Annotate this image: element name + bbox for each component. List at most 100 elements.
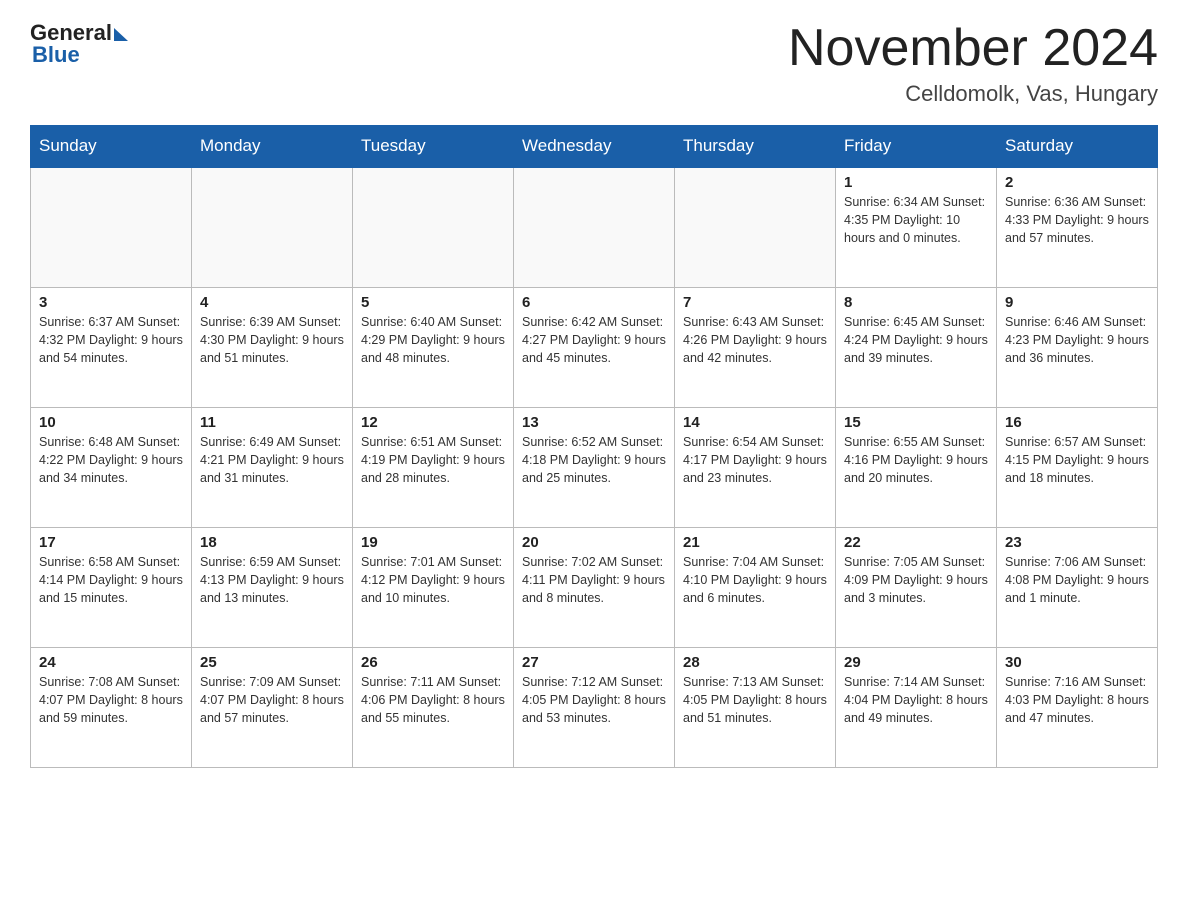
calendar-week-row: 17 Sunrise: 6:58 AM Sunset: 4:14 PM Dayli…	[31, 527, 1158, 647]
day-info: Sunrise: 7:11 AM Sunset: 4:06 PM Dayligh…	[361, 673, 505, 727]
title-section: November 2024 Celldomolk, Vas, Hungary	[788, 20, 1158, 107]
day-number: 17	[39, 534, 183, 551]
day-info: Sunrise: 6:48 AM Sunset: 4:22 PM Dayligh…	[39, 433, 183, 487]
calendar-cell: 12 Sunrise: 6:51 AM Sunset: 4:19 PM Dayli…	[353, 407, 514, 527]
day-number: 1	[844, 174, 988, 191]
day-number: 22	[844, 534, 988, 551]
location-text: Celldomolk, Vas, Hungary	[788, 81, 1158, 107]
calendar-cell: 1 Sunrise: 6:34 AM Sunset: 4:35 PM Daylig…	[836, 167, 997, 287]
calendar-cell: 9 Sunrise: 6:46 AM Sunset: 4:23 PM Daylig…	[997, 287, 1158, 407]
calendar-cell	[192, 167, 353, 287]
day-number: 30	[1005, 654, 1149, 671]
day-info: Sunrise: 6:51 AM Sunset: 4:19 PM Dayligh…	[361, 433, 505, 487]
calendar-cell	[31, 167, 192, 287]
day-number: 27	[522, 654, 666, 671]
day-info: Sunrise: 6:39 AM Sunset: 4:30 PM Dayligh…	[200, 313, 344, 367]
day-info: Sunrise: 6:59 AM Sunset: 4:13 PM Dayligh…	[200, 553, 344, 607]
day-number: 2	[1005, 174, 1149, 191]
calendar-cell	[353, 167, 514, 287]
day-info: Sunrise: 6:54 AM Sunset: 4:17 PM Dayligh…	[683, 433, 827, 487]
day-number: 11	[200, 414, 344, 431]
day-info: Sunrise: 7:02 AM Sunset: 4:11 PM Dayligh…	[522, 553, 666, 607]
weekday-header-monday: Monday	[192, 126, 353, 168]
weekday-header-row: SundayMondayTuesdayWednesdayThursdayFrid…	[31, 126, 1158, 168]
day-number: 9	[1005, 294, 1149, 311]
calendar-cell: 19 Sunrise: 7:01 AM Sunset: 4:12 PM Dayli…	[353, 527, 514, 647]
calendar-cell: 2Sunrise: 6:36 AM Sunset: 4:33 PM Daylig…	[997, 167, 1158, 287]
day-number: 8	[844, 294, 988, 311]
calendar-body: 1 Sunrise: 6:34 AM Sunset: 4:35 PM Daylig…	[31, 167, 1158, 767]
weekday-header-sunday: Sunday	[31, 126, 192, 168]
day-number: 12	[361, 414, 505, 431]
day-number: 7	[683, 294, 827, 311]
calendar-cell: 16 Sunrise: 6:57 AM Sunset: 4:15 PM Dayli…	[997, 407, 1158, 527]
day-info: Sunrise: 7:08 AM Sunset: 4:07 PM Dayligh…	[39, 673, 183, 727]
calendar-cell: 27Sunrise: 7:12 AM Sunset: 4:05 PM Dayli…	[514, 647, 675, 767]
day-info: Sunrise: 7:01 AM Sunset: 4:12 PM Dayligh…	[361, 553, 505, 607]
day-info: Sunrise: 6:58 AM Sunset: 4:14 PM Dayligh…	[39, 553, 183, 607]
calendar-cell: 3Sunrise: 6:37 AM Sunset: 4:32 PM Daylig…	[31, 287, 192, 407]
weekday-header-friday: Friday	[836, 126, 997, 168]
calendar-cell: 28 Sunrise: 7:13 AM Sunset: 4:05 PM Dayli…	[675, 647, 836, 767]
day-number: 29	[844, 654, 988, 671]
day-info: Sunrise: 6:43 AM Sunset: 4:26 PM Dayligh…	[683, 313, 827, 367]
logo-blue-text: Blue	[32, 42, 80, 68]
day-number: 18	[200, 534, 344, 551]
day-number: 14	[683, 414, 827, 431]
day-info: Sunrise: 7:13 AM Sunset: 4:05 PM Dayligh…	[683, 673, 827, 727]
day-number: 15	[844, 414, 988, 431]
day-info: Sunrise: 7:05 AM Sunset: 4:09 PM Dayligh…	[844, 553, 988, 607]
day-info: Sunrise: 7:09 AM Sunset: 4:07 PM Dayligh…	[200, 673, 344, 727]
calendar-cell: 29 Sunrise: 7:14 AM Sunset: 4:04 PM Dayli…	[836, 647, 997, 767]
day-info: Sunrise: 6:40 AM Sunset: 4:29 PM Dayligh…	[361, 313, 505, 367]
calendar-cell: 5 Sunrise: 6:40 AM Sunset: 4:29 PM Daylig…	[353, 287, 514, 407]
calendar-week-row: 24 Sunrise: 7:08 AM Sunset: 4:07 PM Dayli…	[31, 647, 1158, 767]
day-number: 24	[39, 654, 183, 671]
calendar-cell: 26 Sunrise: 7:11 AM Sunset: 4:06 PM Dayli…	[353, 647, 514, 767]
day-info: Sunrise: 7:16 AM Sunset: 4:03 PM Dayligh…	[1005, 673, 1149, 727]
day-info: Sunrise: 7:14 AM Sunset: 4:04 PM Dayligh…	[844, 673, 988, 727]
calendar-cell: 10Sunrise: 6:48 AM Sunset: 4:22 PM Dayli…	[31, 407, 192, 527]
logo: General Blue	[30, 20, 128, 68]
day-info: Sunrise: 6:34 AM Sunset: 4:35 PM Dayligh…	[844, 193, 988, 247]
day-number: 28	[683, 654, 827, 671]
weekday-header-thursday: Thursday	[675, 126, 836, 168]
day-number: 25	[200, 654, 344, 671]
page-header: General Blue November 2024 Celldomolk, V…	[30, 20, 1158, 107]
day-info: Sunrise: 7:04 AM Sunset: 4:10 PM Dayligh…	[683, 553, 827, 607]
day-number: 23	[1005, 534, 1149, 551]
day-info: Sunrise: 6:45 AM Sunset: 4:24 PM Dayligh…	[844, 313, 988, 367]
day-number: 5	[361, 294, 505, 311]
calendar-cell: 20Sunrise: 7:02 AM Sunset: 4:11 PM Dayli…	[514, 527, 675, 647]
day-number: 21	[683, 534, 827, 551]
calendar-cell: 6Sunrise: 6:42 AM Sunset: 4:27 PM Daylig…	[514, 287, 675, 407]
calendar-cell: 25 Sunrise: 7:09 AM Sunset: 4:07 PM Dayli…	[192, 647, 353, 767]
calendar-cell: 17 Sunrise: 6:58 AM Sunset: 4:14 PM Dayli…	[31, 527, 192, 647]
calendar-cell: 14 Sunrise: 6:54 AM Sunset: 4:17 PM Dayli…	[675, 407, 836, 527]
calendar-week-row: 3Sunrise: 6:37 AM Sunset: 4:32 PM Daylig…	[31, 287, 1158, 407]
day-number: 19	[361, 534, 505, 551]
day-number: 13	[522, 414, 666, 431]
weekday-header-saturday: Saturday	[997, 126, 1158, 168]
calendar-cell: 15 Sunrise: 6:55 AM Sunset: 4:16 PM Dayli…	[836, 407, 997, 527]
calendar-cell	[675, 167, 836, 287]
day-info: Sunrise: 6:55 AM Sunset: 4:16 PM Dayligh…	[844, 433, 988, 487]
calendar-cell: 21 Sunrise: 7:04 AM Sunset: 4:10 PM Dayli…	[675, 527, 836, 647]
day-number: 3	[39, 294, 183, 311]
day-number: 26	[361, 654, 505, 671]
calendar-cell: 13Sunrise: 6:52 AM Sunset: 4:18 PM Dayli…	[514, 407, 675, 527]
calendar-cell: 8 Sunrise: 6:45 AM Sunset: 4:24 PM Daylig…	[836, 287, 997, 407]
calendar-cell: 11Sunrise: 6:49 AM Sunset: 4:21 PM Dayli…	[192, 407, 353, 527]
calendar-cell: 18 Sunrise: 6:59 AM Sunset: 4:13 PM Dayli…	[192, 527, 353, 647]
calendar-cell	[514, 167, 675, 287]
day-number: 16	[1005, 414, 1149, 431]
calendar-week-row: 10Sunrise: 6:48 AM Sunset: 4:22 PM Dayli…	[31, 407, 1158, 527]
calendar-cell: 4Sunrise: 6:39 AM Sunset: 4:30 PM Daylig…	[192, 287, 353, 407]
calendar-cell: 30 Sunrise: 7:16 AM Sunset: 4:03 PM Dayli…	[997, 647, 1158, 767]
calendar-week-row: 1 Sunrise: 6:34 AM Sunset: 4:35 PM Daylig…	[31, 167, 1158, 287]
day-info: Sunrise: 6:57 AM Sunset: 4:15 PM Dayligh…	[1005, 433, 1149, 487]
calendar-cell: 24 Sunrise: 7:08 AM Sunset: 4:07 PM Dayli…	[31, 647, 192, 767]
day-info: Sunrise: 6:46 AM Sunset: 4:23 PM Dayligh…	[1005, 313, 1149, 367]
weekday-header-tuesday: Tuesday	[353, 126, 514, 168]
month-title: November 2024	[788, 20, 1158, 77]
